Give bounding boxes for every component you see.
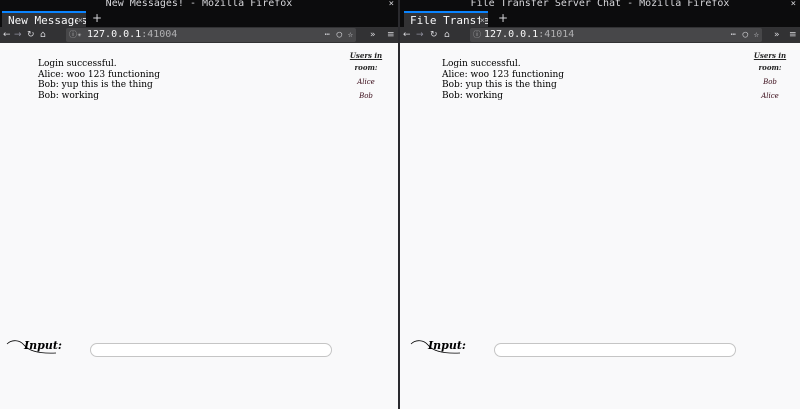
reload-icon[interactable]: ↻ [27,29,35,41]
window-title: File Transfer Server Chat - Mozilla Fire… [470,0,730,9]
forward-arrow-icon[interactable]: → [416,29,424,41]
user-name: Bob [763,78,777,86]
pocket-icon[interactable]: ◯ [337,28,342,42]
message-input[interactable] [494,343,736,357]
home-icon[interactable]: ⌂ [40,29,46,41]
back-arrow-icon[interactable]: ← [3,29,11,41]
url-text[interactable]: 127.0.0.1:41014 [484,28,574,42]
address-bar[interactable]: ⓘ 127.0.0.1:41014 ⋯ ◯ ☆ [470,28,762,42]
window-titlebar: File Transfer Server Chat - Mozilla Fire… [400,0,800,10]
hamburger-menu-icon[interactable]: ≡ [387,29,395,41]
back-arrow-icon[interactable]: ← [403,29,411,41]
window-titlebar: New Messages! - Mozilla Firefox × [0,0,398,10]
overflow-chevron-icon[interactable]: » [370,29,376,41]
user-name: Alice [357,78,375,86]
window-close-icon[interactable]: × [389,0,394,9]
page-content: Login successful. Alice: woo 123 functio… [0,43,398,409]
forward-arrow-icon[interactable]: → [14,29,22,41]
window-title: New Messages! - Mozilla Firefox [105,0,293,9]
message-line: Login successful. [38,59,117,69]
page-actions-icon[interactable]: ⋯ [731,28,736,42]
message-input[interactable] [90,343,332,357]
message-line: Alice: woo 123 functioning [38,69,161,80]
bookmark-star-icon[interactable]: ☆ [754,28,759,42]
users-header: Users in [753,51,787,60]
message-log: Login successful. Alice: woo 123 functio… [442,59,564,101]
url-port: :41014 [538,29,575,40]
url-host: 127.0.0.1 [484,29,539,40]
url-text[interactable]: 127.0.0.1:41004 [87,28,177,42]
tab-close-icon[interactable]: × [479,13,485,27]
message-line: Bob: working [38,90,100,101]
user-list: Users in room: Bob Alice [750,51,790,103]
page-content: Login successful. Alice: woo 123 functio… [400,43,800,409]
tab-label: File Transfe [410,14,488,27]
tab-close-icon[interactable]: × [77,13,83,27]
user-list: Users in room: Alice Bob [346,51,386,103]
bookmark-star-icon[interactable]: ☆ [348,28,353,42]
message-line: Bob: yup this is the thing [38,80,153,90]
pocket-icon[interactable]: ◯ [743,28,748,42]
message-log: Login successful. Alice: woo 123 functio… [38,59,160,101]
new-tab-button[interactable]: + [92,10,102,27]
tab-strip: File Transfe × + [400,10,800,27]
address-bar[interactable]: ⓘ✴ 127.0.0.1:41004 ⋯ ◯ ☆ [66,28,356,42]
home-icon[interactable]: ⌂ [444,29,450,41]
tab-active[interactable]: New Messages × [2,11,86,27]
message-line: Bob: working [442,90,504,101]
user-name: Bob [359,92,373,100]
input-label: Input: [428,339,466,352]
reload-icon[interactable]: ↻ [430,29,438,41]
new-tab-button[interactable]: + [498,10,508,27]
message-line: Login successful. [442,59,521,69]
user-name: Alice [761,92,779,100]
info-icon[interactable]: ⓘ✴ [69,28,82,42]
tab-label: New Messages [8,14,86,27]
window-close-icon[interactable]: × [791,0,796,9]
browser-window-right: File Transfer Server Chat - Mozilla Fire… [400,0,800,409]
tab-strip: New Messages × + [0,10,398,27]
room-label: room: [354,63,378,72]
url-host: 127.0.0.1 [87,29,142,40]
message-line: Bob: yup this is the thing [442,80,557,90]
navigation-toolbar: ← → ↻ ⌂ ⓘ✴ 127.0.0.1:41004 ⋯ ◯ ☆ » ≡ [0,27,398,43]
browser-window-left: New Messages! - Mozilla Firefox × New Me… [0,0,398,409]
tab-active[interactable]: File Transfe × [404,11,488,27]
url-port: :41004 [141,29,178,40]
page-actions-icon[interactable]: ⋯ [325,28,330,42]
room-label: room: [758,63,782,72]
input-label: Input: [24,339,62,352]
navigation-toolbar: ← → ↻ ⌂ ⓘ 127.0.0.1:41014 ⋯ ◯ ☆ » ≡ [400,27,800,43]
users-header: Users in [349,51,383,60]
info-icon[interactable]: ⓘ [473,28,481,42]
overflow-chevron-icon[interactable]: » [774,29,780,41]
hamburger-menu-icon[interactable]: ≡ [789,29,797,41]
message-line: Alice: woo 123 functioning [442,69,565,80]
